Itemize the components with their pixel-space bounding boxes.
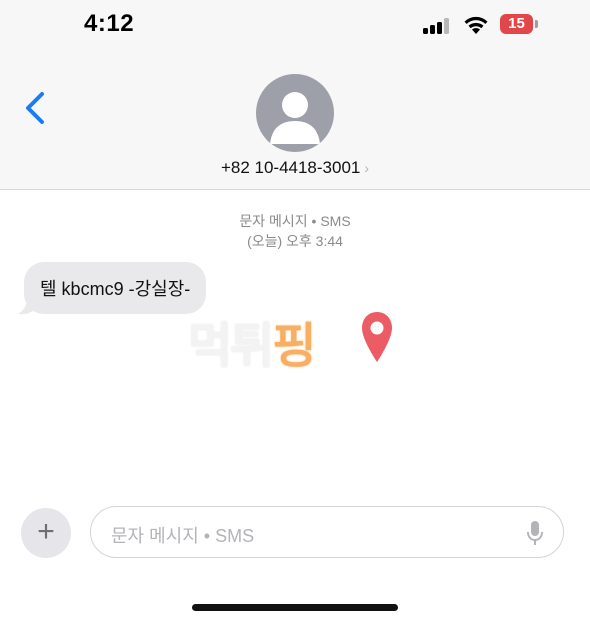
chevron-left-icon[interactable] — [18, 88, 54, 128]
microphone-icon[interactable] — [526, 520, 544, 546]
incoming-message[interactable]: 텔 kbcmc9 -강실장- — [18, 262, 207, 315]
watermark-text: 먹튀핑 — [188, 306, 317, 376]
message-bubble: 텔 kbcmc9 -강실장- — [24, 262, 207, 314]
contact-avatar[interactable] — [256, 74, 334, 152]
home-indicator — [192, 604, 398, 611]
service-label: 문자 메시지 • SMS — [239, 213, 351, 229]
cellular-signal-icon — [423, 18, 453, 34]
map-pin-icon — [362, 312, 392, 362]
message-input[interactable]: 문자 메시지 • SMS — [90, 506, 564, 558]
contact-number: +82 10-4418-3001 — [220, 158, 361, 177]
battery-tip — [535, 20, 538, 28]
add-attachment-button[interactable]: + — [21, 508, 71, 558]
message-timestamp: (오늘) 오후 3:44 — [247, 233, 343, 249]
watermark-logo: 먹튀핑 — [188, 304, 403, 373]
status-bar: 4:12 15 — [0, 0, 590, 50]
contact-number-button[interactable]: +82 10-4418-3001 › — [0, 158, 590, 178]
watermark-part: 핑 — [272, 320, 316, 373]
battery-icon: 15 — [500, 14, 533, 34]
message-input-placeholder: 문자 메시지 • SMS — [111, 526, 255, 546]
wifi-icon — [464, 16, 488, 34]
watermark-part: 튀 — [230, 320, 274, 373]
status-time: 4:12 — [84, 10, 135, 37]
conversation-header: +82 10-4418-3001 › — [0, 50, 590, 190]
chevron-right-icon: › — [364, 160, 370, 176]
watermark-part: 먹 — [188, 320, 232, 373]
plus-icon: + — [37, 515, 55, 548]
person-silhouette-icon — [270, 92, 320, 144]
